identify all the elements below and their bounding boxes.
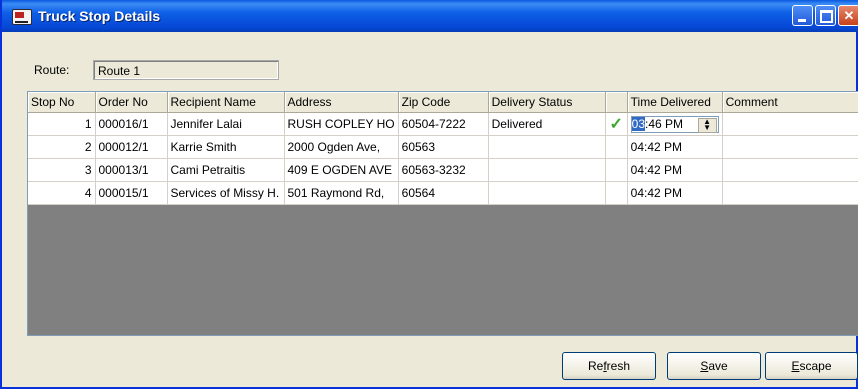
- maximize-button[interactable]: [815, 5, 836, 26]
- cell-check[interactable]: [605, 181, 628, 205]
- save-button[interactable]: Save: [667, 352, 761, 380]
- cell-address[interactable]: 2000 Ogden Ave,: [284, 135, 399, 159]
- time-rest: :46 PM: [645, 116, 684, 131]
- table-row[interactable]: 1 000016/1 Jennifer Lalai RUSH COPLEY HO…: [28, 112, 858, 136]
- cell-order-no[interactable]: 000016/1: [95, 112, 168, 136]
- cell-order-no[interactable]: 000012/1: [95, 135, 168, 159]
- cell-comment[interactable]: [722, 158, 858, 182]
- cell-comment[interactable]: [722, 181, 858, 205]
- cell-address[interactable]: 409 E OGDEN AVE: [284, 158, 399, 182]
- cell-zip[interactable]: 60504-7222: [398, 112, 489, 136]
- header-comment[interactable]: Comment: [722, 92, 858, 113]
- minimize-button[interactable]: [792, 5, 813, 26]
- cell-recipient[interactable]: Services of Missy H.: [167, 181, 285, 205]
- stops-table: Stop No Order No Recipient Name Address …: [28, 92, 858, 205]
- cell-status[interactable]: [488, 181, 606, 205]
- header-delivery-status[interactable]: Delivery Status: [488, 92, 606, 113]
- cell-zip[interactable]: 60563-3232: [398, 158, 489, 182]
- close-icon: ✕: [843, 8, 855, 23]
- cell-status[interactable]: [488, 135, 606, 159]
- cell-recipient[interactable]: Jennifer Lalai: [167, 112, 285, 136]
- header-check[interactable]: [605, 92, 628, 113]
- table-row[interactable]: 3 000013/1 Cami Petraitis 409 E OGDEN AV…: [28, 158, 858, 182]
- cell-zip[interactable]: 60564: [398, 181, 489, 205]
- cell-time[interactable]: 04:42 PM: [627, 158, 723, 182]
- cell-time[interactable]: 04:42 PM: [627, 181, 723, 205]
- cell-status[interactable]: Delivered: [488, 112, 606, 136]
- cell-comment[interactable]: [722, 135, 858, 159]
- cell-status[interactable]: [488, 158, 606, 182]
- header-zip-code[interactable]: Zip Code: [398, 92, 489, 113]
- cell-stop-no[interactable]: 4: [28, 181, 96, 205]
- cell-order-no[interactable]: 000013/1: [95, 158, 168, 182]
- header-address[interactable]: Address: [284, 92, 399, 113]
- truck-icon: [12, 9, 32, 25]
- cell-address[interactable]: RUSH COPLEY HO: [284, 112, 399, 136]
- header-time-delivered[interactable]: Time Delivered: [627, 92, 723, 113]
- cell-stop-no[interactable]: 2: [28, 135, 96, 159]
- escape-button[interactable]: Escape: [765, 352, 858, 380]
- cell-stop-no[interactable]: 1: [28, 112, 96, 136]
- refresh-button[interactable]: Refresh: [562, 352, 656, 380]
- table-row[interactable]: 4 000015/1 Services of Missy H. 501 Raym…: [28, 181, 858, 205]
- cell-comment[interactable]: [722, 112, 858, 136]
- cell-order-no[interactable]: 000015/1: [95, 181, 168, 205]
- cell-address[interactable]: 501 Raymond Rd,: [284, 181, 399, 205]
- close-button[interactable]: ✕: [838, 5, 858, 26]
- maximize-icon: [820, 10, 833, 23]
- stops-grid[interactable]: Stop No Order No Recipient Name Address …: [27, 91, 858, 336]
- header-stop-no[interactable]: Stop No: [28, 92, 96, 113]
- time-input[interactable]: 03:46 PM ▲ ▼: [630, 115, 719, 133]
- cell-zip[interactable]: 60563: [398, 135, 489, 159]
- cell-time-editor[interactable]: 03:46 PM ▲ ▼: [627, 112, 723, 136]
- cell-check[interactable]: [605, 158, 628, 182]
- check-icon[interactable]: ✓: [605, 112, 628, 136]
- table-row[interactable]: 2 000012/1 Karrie Smith 2000 Ogden Ave, …: [28, 135, 858, 159]
- header-recipient-name[interactable]: Recipient Name: [167, 92, 285, 113]
- cell-stop-no[interactable]: 3: [28, 158, 96, 182]
- window-title: Truck Stop Details: [38, 8, 161, 24]
- time-hour-selection: 03: [631, 116, 645, 131]
- cell-check[interactable]: [605, 135, 628, 159]
- cell-recipient[interactable]: Cami Petraitis: [167, 158, 285, 182]
- title-bar[interactable]: Truck Stop Details ✕: [2, 0, 858, 32]
- truck-stop-window: Truck Stop Details ✕ Route: Route 1 Stop…: [0, 0, 858, 389]
- spinner-icon[interactable]: ▲ ▼: [697, 117, 717, 133]
- cell-time[interactable]: 04:42 PM: [627, 135, 723, 159]
- table-header: Stop No Order No Recipient Name Address …: [28, 92, 858, 113]
- header-order-no[interactable]: Order No: [95, 92, 168, 113]
- route-field: Route 1: [93, 60, 279, 80]
- minimize-icon: [798, 19, 806, 22]
- cell-recipient[interactable]: Karrie Smith: [167, 135, 285, 159]
- route-label: Route:: [34, 63, 70, 77]
